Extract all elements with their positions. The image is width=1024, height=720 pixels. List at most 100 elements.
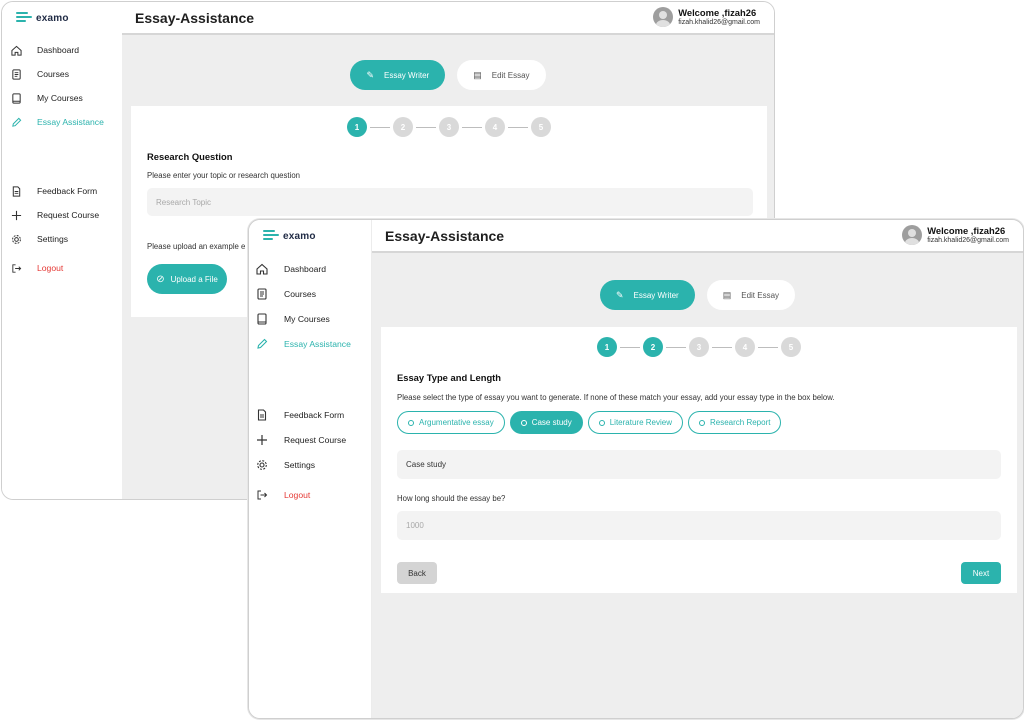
logout-icon (9, 261, 23, 275)
next-button[interactable]: Next (961, 562, 1001, 584)
user-email: fizah.khalid26@gmail.com (927, 237, 1009, 244)
sidebar-item-my-courses[interactable]: My Courses (249, 310, 371, 328)
chip-label: Case study (531, 418, 572, 427)
essay-length-input[interactable]: 1000 (397, 511, 1001, 540)
sidebar-item-label: Request Course (37, 210, 100, 220)
logout-icon (255, 488, 269, 502)
step-1[interactable]: 1 (347, 117, 367, 137)
essay-writer-button[interactable]: ✎ Essay Writer (599, 280, 695, 310)
header: Essay-Assistance Welcome ,fizah26 fizah.… (122, 2, 774, 35)
step-connector (462, 126, 482, 128)
sidebar-item-label: Settings (37, 234, 69, 244)
home-icon (255, 262, 269, 276)
avatar[interactable] (902, 225, 923, 245)
pencil-icon (255, 337, 269, 351)
essay-type-input[interactable]: Case study (397, 450, 1001, 479)
sidebar-item-my-courses[interactable]: My Courses (2, 89, 122, 107)
sidebar-item-label: Settings (284, 460, 316, 470)
document-icon: ▤ (473, 69, 482, 80)
step-4[interactable]: 4 (485, 117, 505, 137)
page-title: Essay-Assistance (385, 228, 505, 244)
book-icon (255, 312, 269, 326)
sidebar-item-label: Logout (284, 490, 311, 500)
sidebar-item-label: Logout (37, 263, 64, 273)
paperclip-icon: ⊘ (156, 273, 165, 285)
step-connector (416, 126, 436, 128)
step-5[interactable]: 5 (781, 337, 801, 357)
essay-type-literature-review[interactable]: Literature Review (587, 411, 683, 434)
upload-prompt: Please upload an example e (147, 242, 246, 251)
sidebar-item-label: Courses (284, 289, 316, 299)
edit-square-icon: ✎ (366, 69, 375, 80)
edit-essay-label: Edit Essay (491, 70, 530, 80)
sidebar-item-feedback-form[interactable]: Feedback Form (2, 182, 122, 200)
front-window: examo Dashboard Courses My Courses Essay… (248, 219, 1024, 719)
sidebar-item-essay-assistance[interactable]: Essay Assistance (2, 113, 122, 131)
book-icon (9, 91, 23, 105)
essay-type-research-report[interactable]: Research Report (687, 411, 782, 434)
step-3[interactable]: 3 (689, 337, 709, 357)
step-connector (370, 126, 390, 128)
plus-icon (9, 208, 23, 222)
step-4[interactable]: 4 (735, 337, 755, 357)
radio-icon (598, 419, 605, 426)
sidebar-item-courses[interactable]: Courses (249, 285, 371, 303)
step-2[interactable]: 2 (393, 117, 413, 137)
step-2[interactable]: 2 (643, 337, 663, 357)
step-1[interactable]: 1 (597, 337, 617, 357)
sidebar-item-essay-assistance[interactable]: Essay Assistance (249, 335, 371, 353)
sidebar-item-logout[interactable]: Logout (2, 259, 122, 277)
step-connector (666, 346, 686, 348)
document-icon (255, 287, 269, 301)
mode-switch: ✎ Essay Writer ▤ Edit Essay (122, 60, 774, 90)
sidebar-item-label: Courses (37, 69, 69, 79)
section-prompt: Please select the type of essay you want… (397, 393, 835, 402)
essay-type-argumentative[interactable]: Argumentative essay (397, 411, 505, 434)
stepper: 1 2 3 4 5 (131, 117, 767, 137)
chip-label: Literature Review (609, 418, 672, 427)
back-button[interactable]: Back (397, 562, 437, 584)
edit-essay-button[interactable]: ▤ Edit Essay (706, 280, 796, 310)
avatar[interactable] (653, 7, 674, 27)
sidebar-item-settings[interactable]: Settings (2, 230, 122, 248)
sidebar-item-dashboard[interactable]: Dashboard (2, 41, 122, 59)
plus-icon (255, 433, 269, 447)
sidebar-item-request-course[interactable]: Request Course (2, 206, 122, 224)
essay-type-case-study[interactable]: Case study (509, 411, 583, 434)
form-card: 1 2 3 4 5 Essay Type and Length Please s… (381, 327, 1017, 593)
sidebar-item-settings[interactable]: Settings (249, 456, 371, 474)
sidebar-item-request-course[interactable]: Request Course (249, 431, 371, 449)
sidebar-item-label: My Courses (284, 314, 330, 324)
step-connector (712, 346, 732, 348)
stepper: 1 2 3 4 5 (381, 337, 1017, 357)
header: Essay-Assistance Welcome ,fizah26 fizah.… (372, 220, 1023, 253)
page-title: Essay-Assistance (135, 10, 255, 26)
sidebar-item-courses[interactable]: Courses (2, 65, 122, 83)
research-topic-input[interactable]: Research Topic (147, 188, 753, 216)
mode-switch: ✎ Essay Writer ▤ Edit Essay (372, 280, 1023, 310)
upload-file-button[interactable]: ⊘ Upload a File (147, 264, 227, 294)
step-5[interactable]: 5 (531, 117, 551, 137)
edit-essay-button[interactable]: ▤ Edit Essay (457, 60, 546, 90)
sidebar: examo Dashboard Courses My Courses Essay… (249, 220, 372, 718)
welcome-text: Welcome ,fizah26 (927, 225, 1006, 236)
essay-writer-button[interactable]: ✎ Essay Writer (350, 60, 446, 90)
section-prompt: Please enter your topic or research ques… (147, 171, 300, 180)
user-menu[interactable]: Welcome ,fizah26 fizah.khalid26@gmail.co… (902, 225, 1009, 245)
length-question: How long should the essay be? (397, 494, 506, 503)
sidebar-item-dashboard[interactable]: Dashboard (249, 260, 371, 278)
form-icon (255, 408, 269, 422)
radio-icon (520, 419, 527, 426)
sidebar-item-feedback-form[interactable]: Feedback Form (249, 406, 371, 424)
edit-essay-label: Edit Essay (741, 290, 780, 300)
user-menu[interactable]: Welcome ,fizah26 fizah.khalid26@gmail.co… (653, 7, 760, 27)
gear-icon (255, 458, 269, 472)
essay-writer-label: Essay Writer (633, 290, 679, 300)
radio-icon (698, 419, 705, 426)
sidebar-item-label: Essay Assistance (37, 117, 104, 127)
document-icon: ▤ (722, 289, 732, 300)
gear-icon (9, 232, 23, 246)
sidebar-item-label: Request Course (284, 435, 347, 445)
sidebar-item-logout[interactable]: Logout (249, 486, 371, 504)
step-3[interactable]: 3 (439, 117, 459, 137)
